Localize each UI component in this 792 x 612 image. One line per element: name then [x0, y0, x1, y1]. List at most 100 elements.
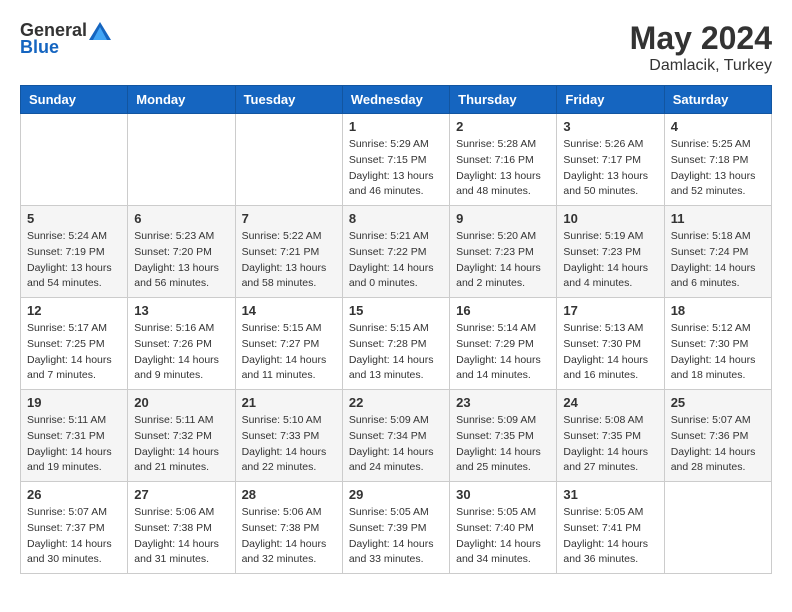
table-row [235, 114, 342, 206]
table-row: 15Sunrise: 5:15 AMSunset: 7:28 PMDayligh… [342, 298, 449, 390]
day-number: 11 [671, 211, 765, 226]
table-row: 24 Sunrise: 5:08 AMSunset: 7:35 PMDayligh… [557, 390, 664, 482]
day-info: Sunrise: 5:17 AMSunset: 7:25 PMDaylight:… [27, 321, 121, 384]
table-row [21, 114, 128, 206]
table-row: 31Sunrise: 5:05 AMSunset: 7:41 PMDayligh… [557, 482, 664, 574]
day-number: 6 [134, 211, 228, 226]
day-info: Sunrise: 5:08 AMSunset: 7:35 PMDaylight:… [563, 413, 657, 476]
table-row: 25 Sunrise: 5:07 AMSunset: 7:36 PMDayligh… [664, 390, 771, 482]
day-info: Sunrise: 5:29 AMSunset: 7:15 PMDaylight:… [349, 137, 443, 200]
day-number: 26 [27, 487, 121, 502]
header-friday: Friday [557, 86, 664, 114]
day-info: Sunrise: 5:10 AMSunset: 7:33 PMDaylight:… [242, 413, 336, 476]
table-row: 26Sunrise: 5:07 AMSunset: 7:37 PMDayligh… [21, 482, 128, 574]
day-number: 5 [27, 211, 121, 226]
day-info: Sunrise: 5:20 AMSunset: 7:23 PMDaylight:… [456, 229, 550, 292]
day-number: 28 [242, 487, 336, 502]
logo-text: General Blue [20, 20, 113, 58]
header-saturday: Saturday [664, 86, 771, 114]
table-row: 20 Sunrise: 5:11 AMSunset: 7:32 PMDayligh… [128, 390, 235, 482]
table-row: 11 Sunrise: 5:18 AMSunset: 7:24 PMDayligh… [664, 206, 771, 298]
day-number: 18 [671, 303, 765, 318]
table-row: 8Sunrise: 5:21 AMSunset: 7:22 PMDaylight… [342, 206, 449, 298]
table-row [128, 114, 235, 206]
day-number: 9 [456, 211, 550, 226]
calendar-week-row: 1 Sunrise: 5:29 AMSunset: 7:15 PMDaylight… [21, 114, 772, 206]
table-row: 2 Sunrise: 5:28 AMSunset: 7:16 PMDaylight… [450, 114, 557, 206]
day-number: 21 [242, 395, 336, 410]
day-info: Sunrise: 5:13 AMSunset: 7:30 PMDaylight:… [563, 321, 657, 384]
day-number: 17 [563, 303, 657, 318]
day-info: Sunrise: 5:11 AMSunset: 7:32 PMDaylight:… [134, 413, 228, 476]
calendar-header-row: Sunday Monday Tuesday Wednesday Thursday… [21, 86, 772, 114]
table-row: 16 Sunrise: 5:14 AMSunset: 7:29 PMDayligh… [450, 298, 557, 390]
day-number: 2 [456, 119, 550, 134]
calendar-week-row: 19 Sunrise: 5:11 AMSunset: 7:31 PMDayligh… [21, 390, 772, 482]
day-info: Sunrise: 5:22 AMSunset: 7:21 PMDaylight:… [242, 229, 336, 292]
table-row: 4 Sunrise: 5:25 AMSunset: 7:18 PMDaylight… [664, 114, 771, 206]
day-number: 25 [671, 395, 765, 410]
calendar-week-row: 26Sunrise: 5:07 AMSunset: 7:37 PMDayligh… [21, 482, 772, 574]
day-info: Sunrise: 5:25 AMSunset: 7:18 PMDaylight:… [671, 137, 765, 200]
table-row: 17 Sunrise: 5:13 AMSunset: 7:30 PMDayligh… [557, 298, 664, 390]
table-row: 14 Sunrise: 5:15 AMSunset: 7:27 PMDayligh… [235, 298, 342, 390]
logo: General Blue [20, 20, 113, 58]
day-number: 15 [349, 303, 443, 318]
table-row: 18 Sunrise: 5:12 AMSunset: 7:30 PMDayligh… [664, 298, 771, 390]
day-info: Sunrise: 5:12 AMSunset: 7:30 PMDaylight:… [671, 321, 765, 384]
page-header: General Blue May 2024 Damlacik, Turkey [20, 20, 772, 75]
header-sunday: Sunday [21, 86, 128, 114]
day-info: Sunrise: 5:07 AMSunset: 7:36 PMDaylight:… [671, 413, 765, 476]
calendar-week-row: 12Sunrise: 5:17 AMSunset: 7:25 PMDayligh… [21, 298, 772, 390]
table-row: 7Sunrise: 5:22 AMSunset: 7:21 PMDaylight… [235, 206, 342, 298]
table-row: 12Sunrise: 5:17 AMSunset: 7:25 PMDayligh… [21, 298, 128, 390]
table-row: 29Sunrise: 5:05 AMSunset: 7:39 PMDayligh… [342, 482, 449, 574]
day-info: Sunrise: 5:05 AMSunset: 7:40 PMDaylight:… [456, 505, 550, 568]
day-info: Sunrise: 5:18 AMSunset: 7:24 PMDaylight:… [671, 229, 765, 292]
header-tuesday: Tuesday [235, 86, 342, 114]
table-row: 30Sunrise: 5:05 AMSunset: 7:40 PMDayligh… [450, 482, 557, 574]
day-number: 1 [349, 119, 443, 134]
day-number: 29 [349, 487, 443, 502]
table-row [664, 482, 771, 574]
day-info: Sunrise: 5:24 AMSunset: 7:19 PMDaylight:… [27, 229, 121, 292]
table-row: 3 Sunrise: 5:26 AMSunset: 7:17 PMDaylight… [557, 114, 664, 206]
day-info: Sunrise: 5:28 AMSunset: 7:16 PMDaylight:… [456, 137, 550, 200]
day-number: 8 [349, 211, 443, 226]
day-number: 19 [27, 395, 121, 410]
table-row: 27 Sunrise: 5:06 AMSunset: 7:38 PMDayligh… [128, 482, 235, 574]
title-section: May 2024 Damlacik, Turkey [630, 20, 772, 75]
table-row: 5 Sunrise: 5:24 AMSunset: 7:19 PMDaylight… [21, 206, 128, 298]
day-info: Sunrise: 5:06 AMSunset: 7:38 PMDaylight:… [134, 505, 228, 568]
month-year-title: May 2024 [630, 20, 772, 57]
table-row: 21 Sunrise: 5:10 AMSunset: 7:33 PMDayligh… [235, 390, 342, 482]
day-info: Sunrise: 5:16 AMSunset: 7:26 PMDaylight:… [134, 321, 228, 384]
day-info: Sunrise: 5:05 AMSunset: 7:41 PMDaylight:… [563, 505, 657, 568]
day-number: 13 [134, 303, 228, 318]
location-subtitle: Damlacik, Turkey [630, 57, 772, 75]
header-thursday: Thursday [450, 86, 557, 114]
day-number: 20 [134, 395, 228, 410]
day-info: Sunrise: 5:26 AMSunset: 7:17 PMDaylight:… [563, 137, 657, 200]
table-row: 10Sunrise: 5:19 AMSunset: 7:23 PMDayligh… [557, 206, 664, 298]
day-number: 16 [456, 303, 550, 318]
day-number: 27 [134, 487, 228, 502]
day-number: 22 [349, 395, 443, 410]
table-row: 1 Sunrise: 5:29 AMSunset: 7:15 PMDaylight… [342, 114, 449, 206]
day-number: 14 [242, 303, 336, 318]
table-row: 23Sunrise: 5:09 AMSunset: 7:35 PMDayligh… [450, 390, 557, 482]
day-number: 4 [671, 119, 765, 134]
day-info: Sunrise: 5:09 AMSunset: 7:34 PMDaylight:… [349, 413, 443, 476]
day-number: 3 [563, 119, 657, 134]
day-info: Sunrise: 5:11 AMSunset: 7:31 PMDaylight:… [27, 413, 121, 476]
day-number: 24 [563, 395, 657, 410]
table-row: 13 Sunrise: 5:16 AMSunset: 7:26 PMDayligh… [128, 298, 235, 390]
day-number: 23 [456, 395, 550, 410]
day-info: Sunrise: 5:15 AMSunset: 7:27 PMDaylight:… [242, 321, 336, 384]
calendar-table: Sunday Monday Tuesday Wednesday Thursday… [20, 85, 772, 574]
table-row: 6Sunrise: 5:23 AMSunset: 7:20 PMDaylight… [128, 206, 235, 298]
table-row: 28 Sunrise: 5:06 AMSunset: 7:38 PMDayligh… [235, 482, 342, 574]
day-info: Sunrise: 5:14 AMSunset: 7:29 PMDaylight:… [456, 321, 550, 384]
day-info: Sunrise: 5:06 AMSunset: 7:38 PMDaylight:… [242, 505, 336, 568]
day-info: Sunrise: 5:19 AMSunset: 7:23 PMDaylight:… [563, 229, 657, 292]
